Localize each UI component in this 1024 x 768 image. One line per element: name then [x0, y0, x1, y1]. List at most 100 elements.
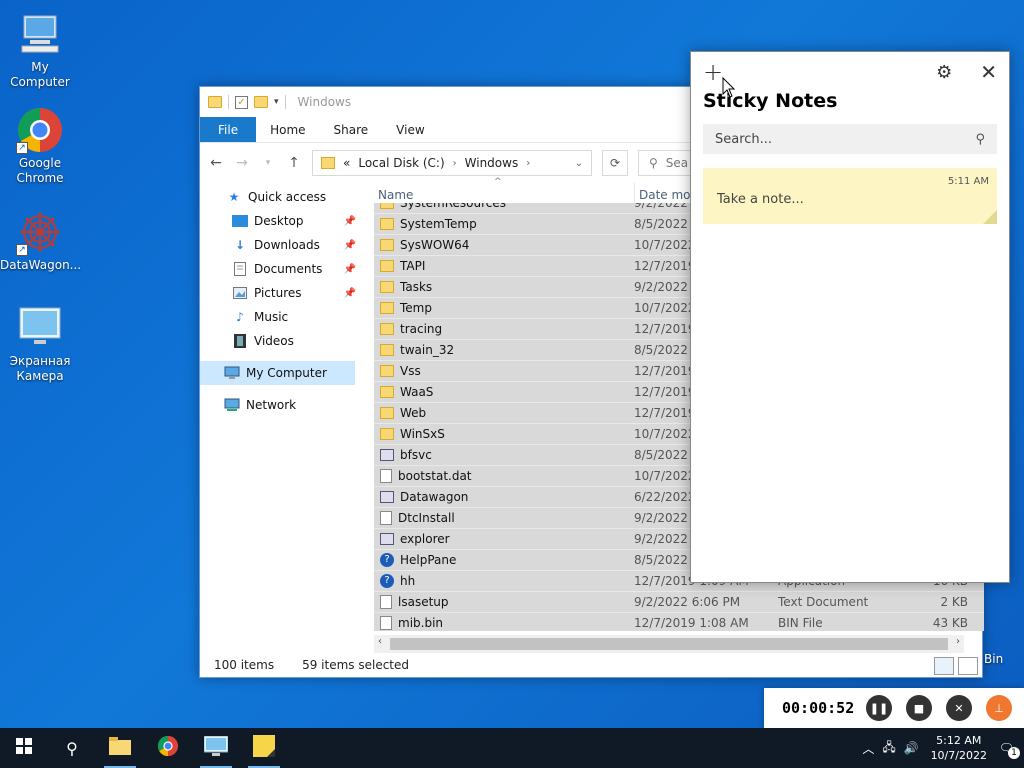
volume-icon[interactable]: 🔊	[904, 741, 919, 755]
nav-downloads[interactable]: ↓ Downloads 📌	[200, 233, 360, 257]
large-icons-view-icon[interactable]	[958, 657, 978, 675]
close-icon[interactable]: ✕	[980, 60, 997, 84]
file-name: WinSxS	[400, 427, 445, 441]
nav-label: Desktop	[254, 214, 304, 228]
desktop-icon-google-chrome[interactable]: ↗ Google Chrome	[0, 106, 80, 186]
tab-view[interactable]: View	[382, 117, 438, 142]
nav-network[interactable]: Network	[200, 393, 360, 417]
desktop-icon-my-computer[interactable]: My Computer	[0, 10, 80, 90]
desktop-icon	[232, 213, 248, 229]
refresh-button[interactable]: ⟳	[602, 150, 628, 176]
sticky-toolbar: + ⚙ ✕	[691, 52, 1009, 92]
new-folder-icon[interactable]	[254, 96, 268, 108]
pin-icon[interactable]: ⊥	[986, 695, 1012, 721]
folder-icon	[380, 323, 394, 335]
address-overflow[interactable]: «	[343, 156, 350, 170]
desktop-icon-label: My Computer	[10, 60, 70, 89]
breadcrumb-separator-icon[interactable]: ›	[453, 158, 457, 169]
gear-icon[interactable]: ⚙	[936, 62, 952, 83]
tab-file[interactable]: File	[200, 117, 257, 142]
network-icon[interactable]: 🖧	[882, 738, 895, 759]
note-card[interactable]: 5:11 AM Take a note...	[703, 168, 997, 224]
file-name-cell: DtcInstall	[374, 511, 634, 525]
taskbar-file-explorer[interactable]	[96, 728, 144, 768]
notifications-icon[interactable]: 🗨 1	[999, 741, 1020, 759]
pin-icon[interactable]: 📌	[344, 240, 356, 251]
sticky-search-input[interactable]: Search... ⚲	[703, 124, 997, 154]
file-name: DtcInstall	[398, 511, 455, 525]
nav-desktop[interactable]: Desktop 📌	[200, 209, 360, 233]
horizontal-scrollbar[interactable]: ‹ ›	[374, 635, 964, 653]
recycle-bin-partial-label[interactable]: Bin	[984, 652, 1003, 666]
nav-label: Pictures	[254, 286, 302, 300]
start-button[interactable]	[0, 728, 48, 768]
datawagon-icon: ↗	[16, 208, 64, 256]
help-icon: ?	[380, 574, 394, 588]
file-type: Text Document	[778, 595, 869, 609]
pin-icon[interactable]: 📌	[344, 216, 356, 227]
search-icon[interactable]: ⚲	[975, 132, 985, 147]
file-name: Web	[400, 406, 427, 420]
system-tray: ︿ 🖧 🔊 5:12 AM 10/7/2022 🗨 1	[862, 733, 1024, 763]
forward-arrow-icon[interactable]: →	[234, 155, 250, 171]
breadcrumb-local-disk[interactable]: Local Disk (C:)	[358, 156, 444, 170]
file-name-cell: Web	[374, 406, 634, 420]
network-icon	[224, 397, 240, 413]
scroll-left-icon[interactable]: ‹	[378, 636, 382, 647]
scroll-thumb[interactable]	[390, 638, 948, 650]
details-view-icon[interactable]	[934, 657, 954, 675]
up-arrow-icon[interactable]: ↑	[286, 155, 302, 171]
search-icon: ⚲	[649, 156, 658, 170]
nav-videos[interactable]: Videos	[200, 329, 360, 353]
breadcrumb-windows[interactable]: Windows	[465, 156, 519, 170]
desktop-icon-datawagon[interactable]: ↗ DataWagon...	[0, 208, 81, 273]
tab-home[interactable]: Home	[256, 117, 319, 142]
taskbar-screen-camera[interactable]	[192, 728, 240, 768]
file-name-cell: TAPI	[374, 259, 634, 273]
note-text: Take a note...	[717, 192, 804, 207]
show-hidden-icons-chevron-icon[interactable]: ︿	[862, 740, 874, 757]
address-history-chevron-icon[interactable]: ⌄	[567, 158, 591, 169]
back-arrow-icon[interactable]: ←	[208, 155, 224, 171]
file-name: SystemTemp	[400, 217, 477, 231]
clock[interactable]: 5:12 AM 10/7/2022	[927, 733, 991, 763]
nav-pictures[interactable]: Pictures 📌	[200, 281, 360, 305]
recent-locations-chevron-icon[interactable]: ▾	[260, 158, 276, 168]
close-icon[interactable]: ✕	[946, 695, 972, 721]
scroll-right-icon[interactable]: ›	[956, 636, 960, 647]
pin-icon[interactable]: 📌	[344, 264, 356, 275]
table-row[interactable]: lsasetup 9/2/2022 6:06 PM Text Document 2 K…	[374, 592, 984, 613]
address-bar[interactable]: « Local Disk (C:) › Windows › ⌄	[312, 150, 592, 176]
nav-quick-access[interactable]: ★ Quick access	[200, 185, 360, 209]
stop-icon[interactable]: ■	[906, 695, 932, 721]
file-name-cell: Tasks	[374, 280, 634, 294]
pin-icon[interactable]: 📌	[344, 288, 356, 299]
taskbar-sticky-notes[interactable]	[240, 728, 288, 768]
breadcrumb-separator-icon[interactable]: ›	[526, 158, 530, 169]
folder-icon	[380, 218, 394, 230]
application-icon	[380, 491, 394, 503]
nav-my-computer[interactable]: My Computer	[200, 361, 355, 385]
properties-icon[interactable]: ✓	[235, 95, 248, 109]
file-name: bfsvc	[400, 448, 432, 462]
desktop-icon-ekrannaya-kamera[interactable]: Экранная Камера	[0, 304, 80, 384]
notification-count: 1	[1008, 747, 1020, 759]
quick-access-dropdown-icon[interactable]: ▾	[274, 97, 279, 107]
file-name-cell: ? hh	[374, 574, 634, 588]
tab-share[interactable]: Share	[320, 117, 383, 142]
nav-music[interactable]: ♪ Music	[200, 305, 360, 329]
chrome-icon: ↗	[16, 106, 64, 154]
file-name: twain_32	[400, 343, 455, 357]
folder-icon	[380, 386, 394, 398]
file-type: BIN File	[778, 616, 823, 630]
pause-icon[interactable]: ❚❚	[866, 695, 892, 721]
table-row[interactable]: mib.bin 12/7/2019 1:08 AM BIN File 43 KB	[374, 613, 984, 631]
nav-documents[interactable]: Documents 📌	[200, 257, 360, 281]
file-name-cell: lsasetup	[374, 595, 634, 609]
new-note-plus-icon[interactable]: +	[703, 58, 723, 86]
taskbar-chrome[interactable]	[144, 728, 192, 768]
file-name-cell: SysWOW64	[374, 238, 634, 252]
taskbar-search-button[interactable]: ⚲	[48, 728, 96, 768]
file-name: SystemResources	[400, 203, 507, 210]
sort-chevron-icon: ^	[494, 177, 502, 187]
